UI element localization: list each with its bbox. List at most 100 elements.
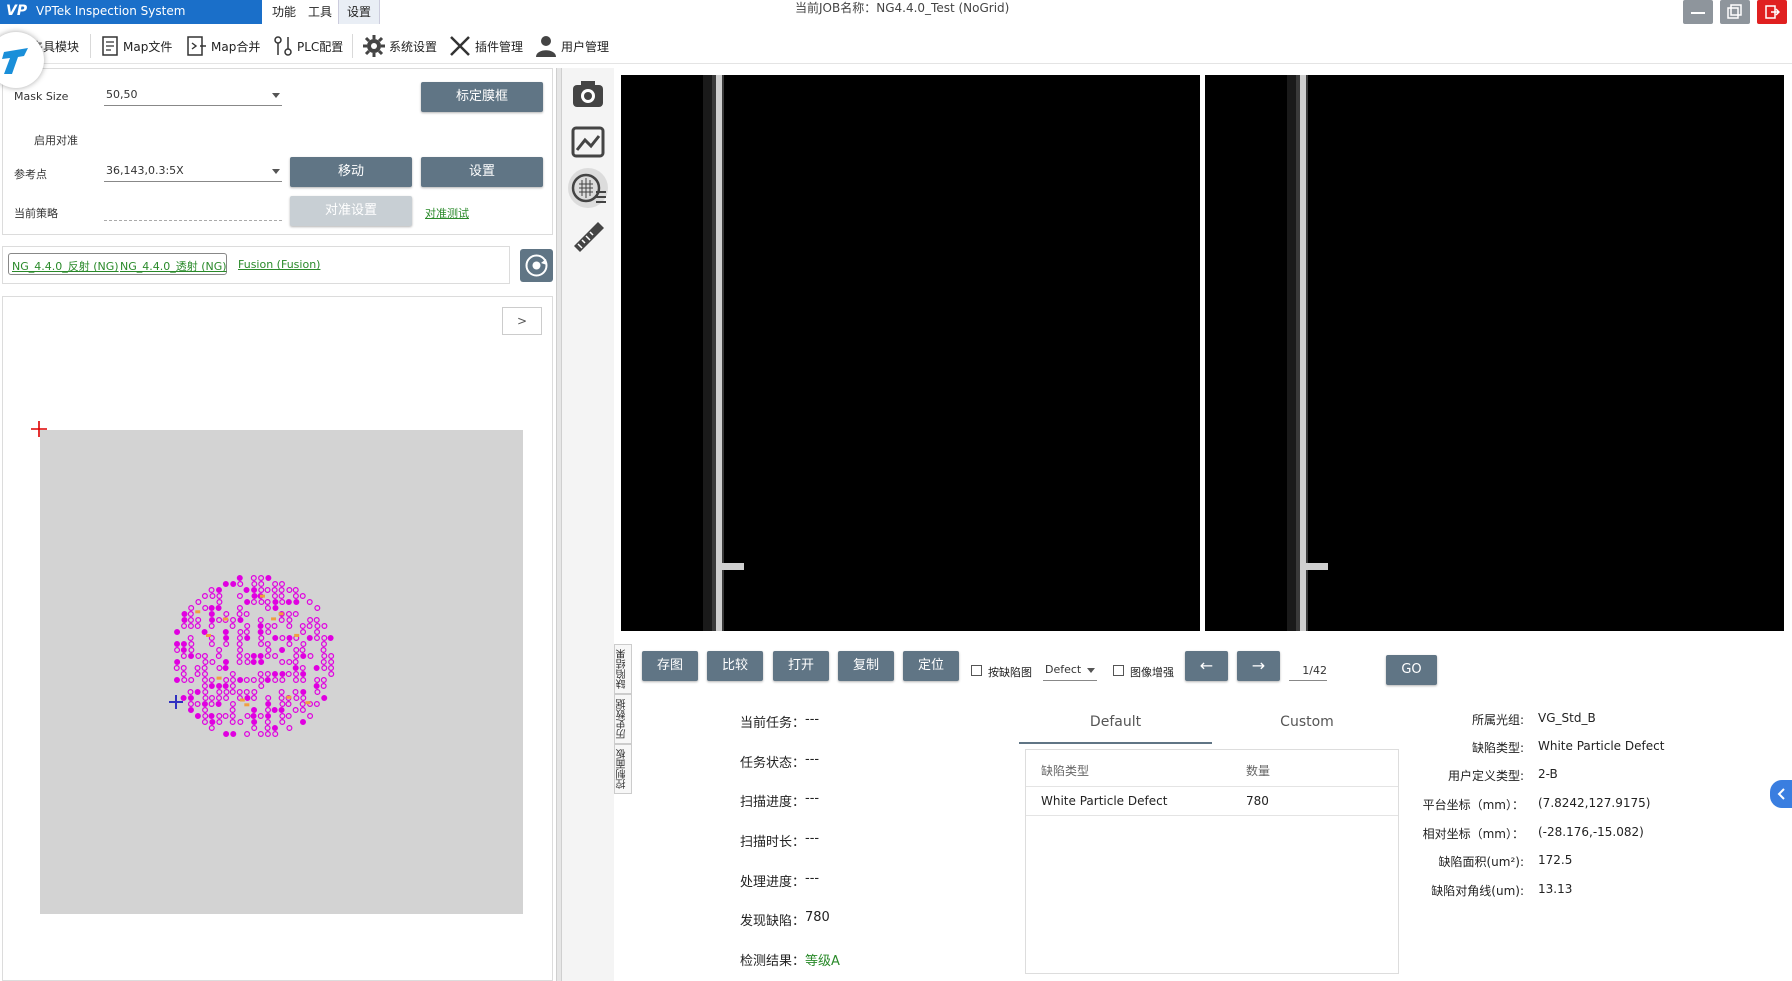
menu-function[interactable]: 功能: [264, 0, 304, 24]
plugin-manage-button[interactable]: 插件管理: [448, 32, 523, 60]
by-defect-checkbox[interactable]: [971, 665, 982, 676]
defect-marker: [286, 658, 293, 665]
defect-marker-alt: [195, 610, 201, 614]
defect-marker: [258, 676, 265, 683]
next-button[interactable]: →: [1237, 651, 1280, 681]
defect-marker: [264, 640, 271, 647]
tab-transmit[interactable]: NG_4.4.0_透射 (NG): [120, 258, 227, 274]
defect-marker: [244, 622, 251, 629]
defect-marker: [187, 701, 194, 708]
defect-marker: [208, 682, 215, 689]
defect-marker: [174, 640, 181, 647]
defect-marker: [209, 658, 216, 665]
tab-history-data[interactable]: 历史数据: [614, 694, 632, 744]
floating-assistant-icon[interactable]: [0, 32, 44, 88]
defect-marker: [271, 707, 278, 714]
defect-marker: [292, 676, 299, 683]
defect-marker: [292, 587, 299, 594]
defect-marker-alt: [259, 594, 265, 598]
go-button[interactable]: GO: [1386, 655, 1437, 685]
tab-custom[interactable]: Custom: [1212, 704, 1402, 744]
defect-marker: [271, 593, 278, 600]
expand-button[interactable]: >: [502, 307, 542, 335]
defect-select[interactable]: Defect: [1043, 661, 1097, 681]
defect-marker: [188, 652, 195, 659]
copy-button[interactable]: 复制: [838, 651, 894, 681]
defect-marker: [314, 604, 321, 611]
menu-tools[interactable]: 工具: [300, 0, 340, 24]
map-file-button[interactable]: Map文件: [100, 32, 172, 60]
align-test-link[interactable]: 对准测试: [425, 205, 469, 221]
wafer-map-icon[interactable]: [160, 570, 350, 750]
open-button[interactable]: 打开: [773, 651, 829, 681]
defect-marker: [230, 676, 237, 683]
defect-marker: [314, 676, 321, 683]
system-settings-button[interactable]: 系统设置: [362, 32, 437, 60]
set-button[interactable]: 设置: [421, 157, 543, 187]
plc-config-button[interactable]: PLC配置: [272, 32, 343, 60]
align-settings-button[interactable]: 对准设置: [290, 196, 412, 226]
page-indicator[interactable]: 1/42: [1289, 661, 1327, 681]
tab-defect-results[interactable]: 缺陷结果: [614, 644, 632, 694]
defect-marker: [258, 682, 265, 689]
defect-marker: [216, 646, 223, 653]
move-button[interactable]: 移动: [290, 157, 412, 187]
mask-size-combo[interactable]: 50,50: [104, 86, 282, 106]
defect-detail-value: White Particle Defect: [1538, 739, 1665, 753]
defect-marker: [188, 640, 195, 647]
tab-reflect[interactable]: NG_4.4.0_反射 (NG): [12, 258, 119, 274]
ref-point-combo[interactable]: 36,143,0.3:5X: [104, 162, 282, 182]
wafer-map-toggle-button[interactable]: [568, 168, 608, 208]
strategy-field[interactable]: [104, 201, 282, 221]
defect-marker: [223, 610, 230, 617]
refresh-settings-button[interactable]: [520, 249, 553, 282]
save-image-button[interactable]: 存图: [642, 651, 698, 681]
compare-button[interactable]: 比较: [707, 651, 763, 681]
collapse-panel-button[interactable]: [1770, 780, 1792, 808]
tab-control-panel[interactable]: 控制面板: [614, 744, 632, 794]
prev-button[interactable]: ←: [1185, 651, 1228, 681]
user-manage-button[interactable]: 用户管理: [534, 32, 609, 60]
defect-marker: [201, 664, 208, 671]
calibrate-frame-button[interactable]: 标定膜框: [421, 82, 543, 112]
defect-marker: [292, 707, 299, 714]
defect-marker: [237, 616, 244, 623]
image-view-right[interactable]: [1205, 75, 1784, 631]
defect-marker-alt: [205, 633, 211, 637]
image-view-button[interactable]: [568, 122, 608, 162]
defect-marker: [229, 670, 236, 677]
defect-marker: [244, 634, 251, 641]
camera-button[interactable]: [568, 74, 608, 114]
exit-button[interactable]: [1757, 0, 1787, 24]
tab-default[interactable]: Default: [1019, 704, 1212, 744]
defect-marker: [208, 676, 215, 683]
defect-marker: [237, 628, 244, 635]
defect-marker: [257, 652, 264, 659]
defect-marker: [181, 676, 188, 683]
defect-marker: [258, 574, 265, 582]
enhance-checkbox[interactable]: [1113, 665, 1124, 676]
image-view-left[interactable]: [621, 75, 1200, 631]
map-merge-button[interactable]: Map合并: [186, 32, 260, 60]
menu-settings[interactable]: 设置: [338, 0, 381, 24]
maximize-button[interactable]: [1720, 0, 1750, 24]
defect-marker: [264, 719, 271, 726]
grid-circle-icon: [571, 173, 606, 203]
locate-button[interactable]: 定位: [903, 651, 959, 681]
defect-detail-value: (-28.176,-15.082): [1538, 825, 1644, 839]
defect-marker: [223, 634, 230, 641]
defect-marker: [299, 664, 306, 671]
tab-fusion[interactable]: Fusion (Fusion): [238, 258, 320, 271]
defect-marker: [264, 731, 271, 738]
defect-marker: [257, 731, 264, 738]
defect-marker: [236, 610, 243, 617]
measure-button[interactable]: [568, 216, 608, 256]
defect-marker: [229, 682, 236, 689]
defect-marker: [258, 587, 265, 594]
minimize-button[interactable]: [1683, 0, 1713, 24]
camera-icon: [573, 81, 603, 107]
defect-marker: [229, 719, 236, 726]
chevron-left-icon: [1777, 788, 1785, 800]
task-info-label: 处理进度：: [740, 875, 806, 890]
defect-marker: [174, 658, 181, 665]
